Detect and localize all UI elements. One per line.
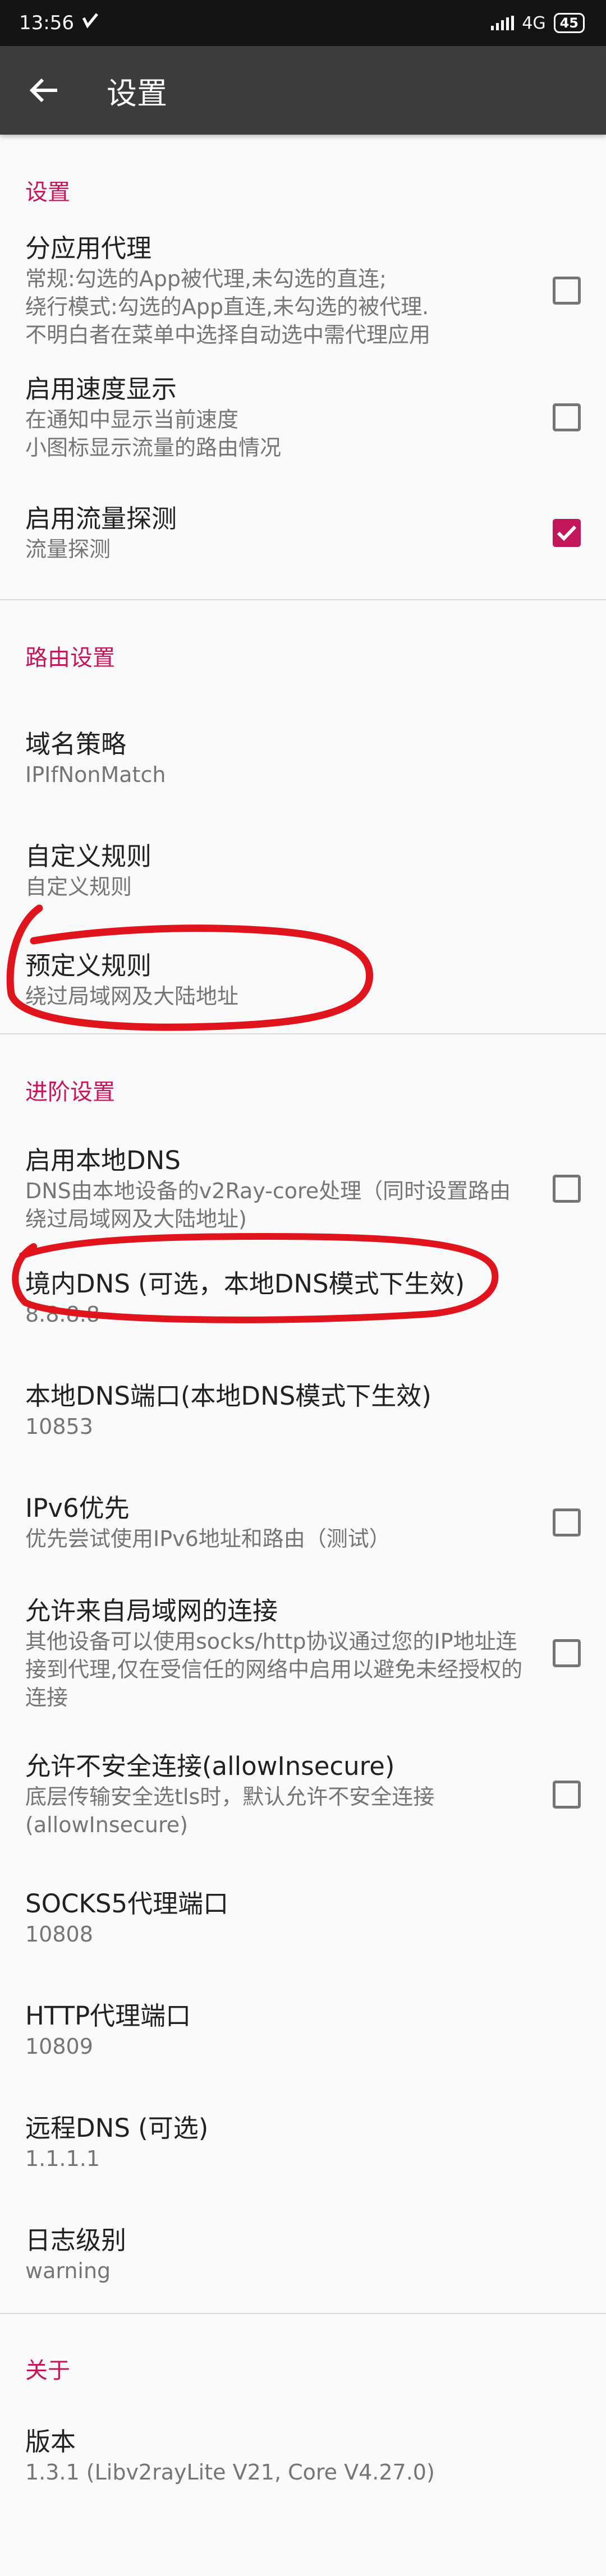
traffic-sniffing-checkbox[interactable] — [553, 519, 581, 547]
pref-local-dns[interactable]: 启用本地DNS DNS由本地设备的v2Ray-core处理（同时设置路由绕过局域… — [0, 1135, 606, 1242]
pref-title: 启用流量探测 — [25, 504, 177, 533]
pref-title: 远程DNS (可选) — [25, 2113, 209, 2143]
check-icon — [82, 12, 99, 34]
pref-title: 本地DNS端口(本地DNS模式下生效) — [25, 1381, 431, 1411]
battery-icon: 45 — [553, 13, 585, 33]
local-dns-checkbox[interactable] — [553, 1175, 581, 1203]
pref-title: 域名策略 — [25, 729, 127, 759]
arrow-back-icon — [29, 78, 57, 103]
section-header-advanced: 进阶设置 — [25, 1079, 115, 1105]
pref-title: 预定义规则 — [25, 951, 152, 981]
pref-title: 允许不安全连接(allowInsecure) — [25, 1751, 395, 1781]
pref-summary: 常规:勾选的App被代理,未勾选的直连; 绕行模式:勾选的App直连,未勾选的被… — [25, 266, 431, 347]
pref-summary: warning — [25, 2258, 111, 2283]
pref-summary: 绕过局域网及大陆地址 — [25, 984, 239, 1009]
pref-version[interactable]: 版本 1.3.1 (Libv2rayLite V21, Core V4.27.0… — [0, 2408, 606, 2504]
pref-per-app-proxy[interactable]: 分应用代理 常规:勾选的App被代理,未勾选的直连; 绕行模式:勾选的App直连… — [0, 229, 606, 352]
pref-allow-lan[interactable]: 允许来自局域网的连接 其他设备可以使用socks/http协议通过您的IP地址连… — [0, 1579, 606, 1727]
divider — [0, 599, 606, 600]
pref-title: 允许来自局域网的连接 — [25, 1595, 278, 1626]
pref-summary: 其他设备可以使用socks/http协议通过您的IP地址连接到代理,仅在受信任的… — [25, 1629, 523, 1710]
per-app-proxy-checkbox[interactable] — [553, 277, 581, 305]
pref-title: 启用本地DNS — [25, 1146, 181, 1175]
app-bar: 设置 — [0, 46, 606, 135]
pref-title: 启用速度显示 — [25, 374, 177, 404]
pref-summary: 自定义规则 — [25, 875, 132, 899]
pref-summary: 在通知中显示当前速度 小图标显示流量的路由情况 — [25, 407, 282, 460]
section-header-routing: 路由设置 — [25, 645, 115, 671]
pref-speed-display[interactable]: 启用速度显示 在通知中显示当前速度 小图标显示流量的路由情况 — [0, 352, 606, 482]
pref-local-dns-port[interactable]: 本地DNS端口(本地DNS模式下生效) 10853 — [0, 1354, 606, 1466]
checkmark-icon — [557, 525, 577, 541]
pref-remote-dns[interactable]: 远程DNS (可选) 1.1.1.1 — [0, 2086, 606, 2198]
pref-traffic-sniffing[interactable]: 启用流量探测 流量探测 — [0, 482, 606, 583]
pref-log-level[interactable]: 日志级别 warning — [0, 2198, 606, 2311]
pref-domestic-dns[interactable]: 境内DNS (可选，本地DNS模式下生效) 8.8.8.8 — [0, 1232, 606, 1354]
pref-summary: 流量探测 — [25, 537, 111, 562]
pref-summary: IPIfNonMatch — [25, 762, 166, 787]
pref-summary: 1.1.1.1 — [25, 2146, 100, 2171]
status-bar: 13:56 4G 45 — [0, 0, 606, 46]
pref-http-port[interactable]: HTTP代理端口 10809 — [0, 1974, 606, 2086]
pref-summary: DNS由本地设备的v2Ray-core处理（同时设置路由绕过局域网及大陆地址) — [25, 1179, 511, 1231]
divider — [0, 1033, 606, 1034]
pref-custom-rules[interactable]: 自定义规则 自定义规则 — [0, 815, 606, 927]
signal-icon — [491, 16, 515, 30]
pref-title: 版本 — [25, 2427, 76, 2457]
pref-title: 分应用代理 — [25, 233, 152, 263]
section-header-about: 关于 — [25, 2358, 70, 2384]
pref-socks-port[interactable]: SOCKS5代理端口 10808 — [0, 1862, 606, 1974]
pref-summary: 底层传输安全选tls时，默认允许不安全连接(allowInsecure) — [25, 1784, 435, 1837]
network-type: 4G — [522, 13, 546, 33]
pref-title: 境内DNS (可选，本地DNS模式下生效) — [25, 1269, 465, 1299]
speed-display-checkbox[interactable] — [553, 403, 581, 431]
pref-predefined-rules[interactable]: 预定义规则 绕过局域网及大陆地址 — [0, 904, 606, 1033]
allow-insecure-checkbox[interactable] — [553, 1781, 581, 1809]
ipv6-checkbox[interactable] — [553, 1508, 581, 1537]
pref-summary: 10809 — [25, 2034, 93, 2059]
pref-summary: 1.3.1 (Libv2rayLite V21, Core V4.27.0) — [25, 2460, 435, 2485]
pref-allow-insecure[interactable]: 允许不安全连接(allowInsecure) 底层传输安全选tls时，默认允许不… — [0, 1727, 606, 1862]
pref-title: SOCKS5代理端口 — [25, 1889, 229, 1919]
allow-lan-checkbox[interactable] — [553, 1639, 581, 1667]
back-button[interactable] — [27, 73, 61, 107]
status-time: 13:56 — [19, 12, 74, 34]
pref-summary: 10853 — [25, 1414, 93, 1439]
pref-ipv6[interactable]: IPv6优先 优先尝试使用IPv6地址和路由（测试） — [0, 1466, 606, 1579]
pref-summary: 10808 — [25, 1922, 93, 1947]
pref-title: HTTP代理端口 — [25, 2001, 191, 2031]
pref-summary: 优先尝试使用IPv6地址和路由（测试） — [25, 1526, 391, 1551]
divider — [0, 2313, 606, 2314]
pref-title: IPv6优先 — [25, 1493, 130, 1523]
pref-title: 自定义规则 — [25, 841, 152, 871]
section-header-settings: 设置 — [25, 180, 70, 205]
page-title: 设置 — [107, 75, 167, 111]
pref-domain-strategy[interactable]: 域名策略 IPIfNonMatch — [0, 702, 606, 815]
pref-title: 日志级别 — [25, 2225, 127, 2255]
pref-summary: 8.8.8.8 — [25, 1302, 100, 1327]
